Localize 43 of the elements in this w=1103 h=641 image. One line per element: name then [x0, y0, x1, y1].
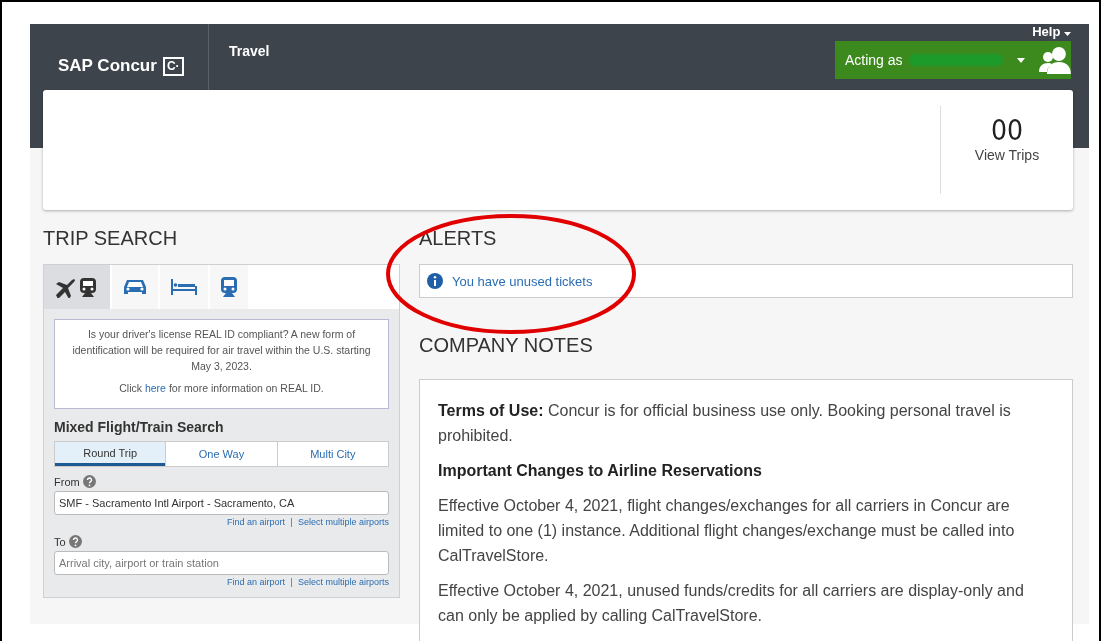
note-paragraph: Effective October 4, 2021, flight changes/exchanges for all carriers in Concur are limited to one (1) instance. Additional flight changes/exchange must be called into CalTravelStore.	[438, 496, 1016, 566]
nav-link[interactable]: Travel	[229, 43, 270, 59]
help-menu[interactable]: Help	[1032, 24, 1071, 39]
train-tab[interactable]	[210, 265, 248, 309]
trip-type-tab[interactable]: One Way	[165, 442, 277, 466]
brand-logo[interactable]: SAP Concur	[58, 56, 157, 76]
notice-text: Click	[119, 382, 142, 394]
car-icon	[122, 278, 148, 296]
notice-text: Is your driver's license REAL ID compliant? A new form of identification will be required for air travel within the U.S. starting May 3, 2023.	[71, 327, 372, 374]
airport-link[interactable]: Find an airport	[226, 517, 285, 527]
trip-type-tab[interactable]: Multi City	[276, 442, 388, 466]
bed-icon	[170, 278, 198, 296]
help-icon[interactable]	[82, 475, 96, 488]
hotel-tab[interactable]	[160, 265, 208, 309]
field-label: From	[54, 475, 80, 488]
notice-text: for more information on REAL ID.	[168, 382, 324, 394]
here-link[interactable]: here	[144, 382, 166, 394]
logo-mark: C·	[162, 56, 184, 76]
from-field[interactable]: SMF - Sacramento Intl Airport - Sacramento, CA	[54, 491, 389, 515]
help-icon[interactable]	[68, 535, 82, 548]
section-title: COMPANY NOTES	[419, 334, 594, 357]
trip-count: 00	[990, 114, 1023, 147]
car-tab[interactable]	[112, 265, 158, 309]
trip-type-tab[interactable]: Round Trip	[55, 442, 166, 466]
airport-link[interactable]: Find an airport	[226, 577, 285, 587]
note-heading: Important Changes to Airline Reservations	[438, 461, 763, 481]
section-title: TRIP SEARCH	[43, 227, 179, 250]
info-icon	[427, 273, 443, 289]
note-paragraph: Terms of Use: Concur is for official business use only. Booking personal travel is prohibited.	[438, 401, 1012, 446]
airport-link[interactable]: Select multiple airports	[297, 517, 389, 527]
airport-link[interactable]: Select multiple airports	[297, 577, 389, 587]
field-label: To	[54, 535, 66, 548]
form-title: Mixed Flight/Train Search	[54, 419, 225, 435]
section-title: ALERTS	[419, 227, 498, 250]
train-icon	[220, 276, 238, 298]
caret-icon	[1017, 57, 1026, 63]
to-field[interactable]: Arrival city, airport or train station	[54, 551, 389, 575]
acting-as-menu[interactable]: Acting as	[835, 41, 1071, 79]
alert-link[interactable]: You have unused tickets	[452, 273, 593, 289]
users-icon	[1039, 46, 1071, 74]
note-paragraph: Effective October 4, 2021, unused funds/credits for all carriers are display-only and can only be applied by calling CalTravelStore.	[438, 581, 1025, 626]
caret-icon	[1064, 32, 1071, 36]
view-trips-link[interactable]: View Trips	[974, 147, 1040, 163]
